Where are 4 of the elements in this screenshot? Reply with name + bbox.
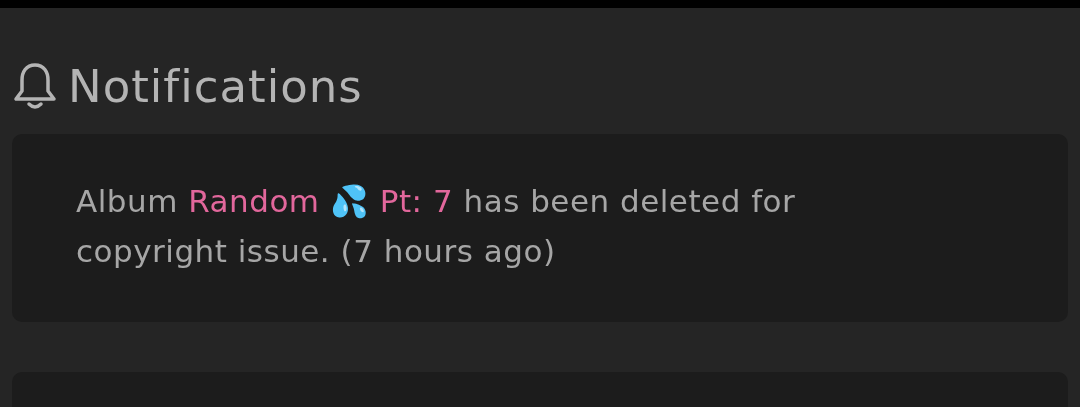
album-link[interactable]: Random 💦 Pt: 7: [188, 183, 454, 219]
notification-message: Album Random 💦 Pt: 7 has been deleted for copyright issue. (7 hours ago): [76, 182, 797, 271]
bell-icon: [12, 61, 58, 111]
page-title: Notifications: [68, 59, 363, 113]
